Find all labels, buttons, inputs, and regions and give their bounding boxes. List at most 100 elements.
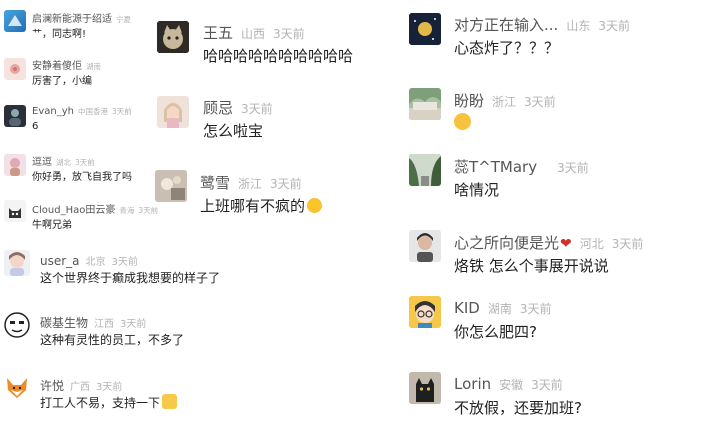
username[interactable]: Cloud_Hao田云豪 <box>32 205 115 216</box>
avatar[interactable] <box>4 105 26 127</box>
comment-text: 打工人不易，支持一下 <box>40 394 178 411</box>
cat-icon <box>9 208 21 218</box>
comment-text: 你怎么肥四? <box>454 323 537 341</box>
username[interactable]: 启澜新能源于绍适 <box>32 14 112 25</box>
broken-heart-emoji-icon: ❤ <box>560 236 572 252</box>
comment-meta: KID 湖南 3天前 <box>454 298 551 317</box>
avatar[interactable] <box>4 374 30 400</box>
avatar[interactable] <box>409 372 441 404</box>
cartoon-boy-icon <box>409 296 441 328</box>
comment: 蕊T^TMary 3天前 啥情况 <box>408 152 708 202</box>
location: 浙江 <box>238 177 263 191</box>
username[interactable]: 蕊T^TMary <box>454 158 537 176</box>
timestamp: 3天前 <box>273 27 305 41</box>
avatar[interactable] <box>4 250 30 276</box>
comment-meta: 对方正在输入... 山东 3天前 <box>454 14 630 35</box>
username[interactable]: 鹭雪 <box>200 174 230 192</box>
comment: Cloud_Hao田云豪 青海 3天前 牛啊兄弟 <box>0 196 158 236</box>
avatar[interactable] <box>157 96 189 128</box>
username[interactable]: 许悦 <box>40 379 64 393</box>
timestamp: 3天前 <box>111 107 132 116</box>
avatar[interactable] <box>409 88 441 120</box>
comment-meta: Evan_yh 中国香港 3天前 <box>32 106 132 117</box>
comment-meta: 顾忌 3天前 <box>203 97 273 118</box>
avatar[interactable] <box>4 154 26 176</box>
person-icon <box>10 158 20 176</box>
location: 湖南 <box>487 302 512 316</box>
comment-text: 6 <box>32 121 39 132</box>
comment: KID 湖南 3天前 你怎么肥四? <box>408 294 708 344</box>
timestamp: 3天前 <box>524 95 556 109</box>
comment-text: 这种有灵性的员工，不多了 <box>40 333 185 347</box>
photo-icon <box>155 170 187 202</box>
location: 江西 <box>94 319 115 330</box>
comment-meta: 碳基生物 江西 3天前 <box>40 312 146 331</box>
timestamp: 3天前 <box>111 257 138 268</box>
location: 湖北 <box>56 158 71 167</box>
comment-meta: 王五 山西 3天前 <box>203 22 305 43</box>
avatar[interactable] <box>4 58 26 80</box>
location: 中国香港 <box>77 107 108 116</box>
location: 北京 <box>85 257 106 268</box>
comment-meta: 盼盼 浙江 3天前 <box>454 90 556 111</box>
comment: 顾忌 3天前 怎么啦宝 <box>155 93 385 143</box>
location: 广西 <box>70 382 91 393</box>
comment-meta: 许悦 广西 3天前 <box>40 375 122 394</box>
timestamp: 3天前 <box>241 102 273 116</box>
username[interactable]: 王五 <box>203 24 233 42</box>
username[interactable]: Evan_yh <box>32 106 74 117</box>
timestamp: 3天前 <box>270 177 302 191</box>
username[interactable]: 逗逗 <box>32 157 52 168</box>
comment: 逗逗 湖北 3天前 你好勇，放飞自我了吗 <box>0 150 150 190</box>
comment-text-content: 打工人不易，支持一下 <box>40 396 161 410</box>
comment-text: 你好勇，放飞自我了吗 <box>32 172 132 183</box>
avatar[interactable] <box>157 21 189 53</box>
avatar[interactable] <box>155 170 187 202</box>
timestamp: 3天前 <box>531 378 563 392</box>
comment-text: 心态炸了？？？ <box>454 39 560 57</box>
username[interactable]: KID <box>454 299 480 317</box>
comment-meta: Cloud_Hao田云豪 青海 3天前 <box>32 201 158 216</box>
location: 宁夏 <box>116 15 131 24</box>
timestamp: 3天前 <box>611 237 644 251</box>
avatar[interactable] <box>409 296 441 328</box>
location: 山西 <box>241 27 266 41</box>
location: 安徽 <box>499 378 524 392</box>
comment-meta: 逗逗 湖北 3天前 <box>32 153 95 168</box>
username[interactable]: Lorin <box>454 375 491 393</box>
avatar[interactable] <box>4 200 26 222</box>
cartoon-girl-icon <box>9 252 25 276</box>
username[interactable]: 顾忌 <box>203 99 233 117</box>
comment-text: 啥情况 <box>454 181 500 199</box>
comment-meta: 启澜新能源于绍适 宁夏 <box>32 10 131 25</box>
black-cat-icon <box>409 372 441 404</box>
avatar[interactable] <box>409 230 441 262</box>
username[interactable]: 碳基生物 <box>40 316 88 330</box>
comment-meta: 鹭雪 浙江 3天前 <box>200 172 302 193</box>
comment: 心之所向便是光❤ 河北 3天前 烙铁 怎么个事展开说说 <box>408 228 708 278</box>
comment: 王五 山西 3天前 哈哈哈哈哈哈哈哈哈哈 <box>155 18 385 68</box>
timestamp: 3天前 <box>120 319 147 330</box>
comment: 碳基生物 江西 3天前 这种有灵性的员工，不多了 <box>0 308 184 352</box>
timestamp: 3天前 <box>598 19 630 33</box>
avatar[interactable] <box>4 10 26 32</box>
comment-text: 怎么啦宝 <box>203 122 264 140</box>
username[interactable]: 心之所向便是光 <box>454 234 559 252</box>
zipper-mouth-emoji-icon <box>454 113 471 130</box>
location: 湖南 <box>86 62 101 71</box>
comment-text: 上班哪有不疯的 <box>200 195 323 216</box>
username[interactable]: 对方正在输入... <box>454 16 558 34</box>
username[interactable]: 盼盼 <box>454 92 484 110</box>
cat-portrait-icon <box>157 21 189 53</box>
username[interactable]: 安静着傻佢 <box>32 61 82 72</box>
comment-text: 这个世界终于癫成我想要的样子了 <box>40 271 221 285</box>
username[interactable]: user_a <box>40 254 80 268</box>
location: 山东 <box>566 19 591 33</box>
avatar[interactable] <box>409 154 441 186</box>
avatar[interactable] <box>4 312 30 338</box>
comment-text: 烙铁 怎么个事展开说说 <box>454 257 609 275</box>
avatar[interactable] <box>409 13 441 45</box>
landscape-icon <box>409 88 441 120</box>
comment-text: 艹，同志啊! <box>32 29 87 40</box>
comment-text <box>454 113 471 132</box>
